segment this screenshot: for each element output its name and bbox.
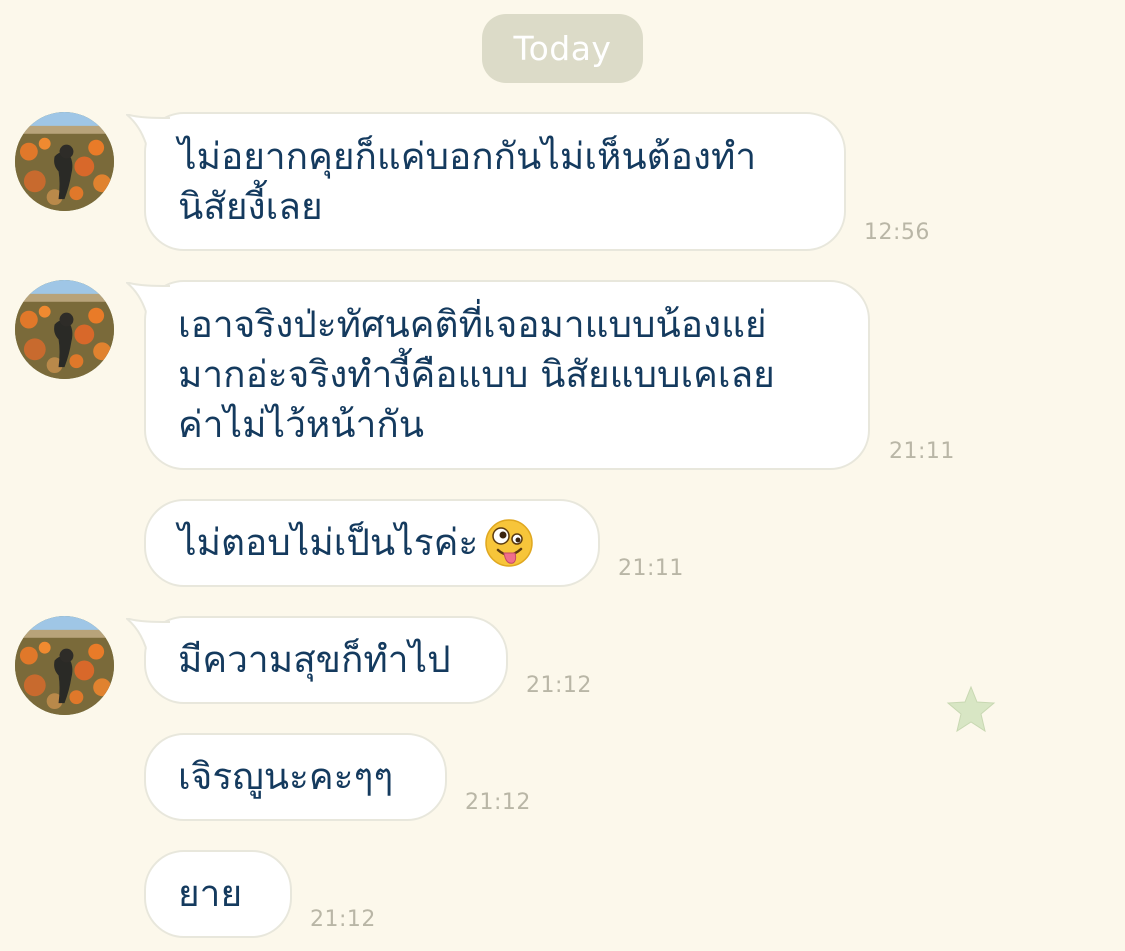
avatar-image	[15, 280, 114, 379]
message-bubble[interactable]: ยาย	[144, 850, 292, 938]
message-line: นิสัยงี้เลย	[178, 185, 323, 228]
message-line: เอาจริงป่ะทัศนคติที่เจอมาแบบน้องแย่	[178, 303, 767, 346]
bubble-tail	[126, 618, 170, 648]
message-bubble[interactable]: มีความสุขก็ทำไป	[144, 616, 508, 704]
message-line: ไม่ตอบไม่เป็นไรค่ะ	[178, 521, 479, 564]
message-line: มีความสุขก็ทำไป	[178, 638, 451, 681]
message-bubble[interactable]: ไม่ตอบไม่เป็นไรค่ะ	[144, 499, 600, 587]
avatar[interactable]	[15, 280, 114, 379]
date-separator: Today	[482, 14, 643, 83]
avatar[interactable]	[15, 616, 114, 715]
star-icon	[946, 685, 996, 733]
message-bubble[interactable]: เอาจริงป่ะทัศนคติที่เจอมาแบบน้องแย่ มากอ…	[144, 280, 870, 470]
zany-face-emoji	[485, 519, 534, 567]
bubble-tail	[126, 114, 170, 144]
message-timestamp: 21:11	[889, 439, 955, 464]
message-line: ยาย	[178, 872, 243, 915]
message-timestamp: 21:12	[465, 790, 531, 815]
message-timestamp: 21:12	[310, 907, 376, 932]
message-timestamp: 12:56	[864, 220, 930, 245]
avatar-image	[15, 616, 114, 715]
bubble-tail	[126, 282, 170, 312]
message-line: ไม่อยากคุยก็แค่บอกกันไม่เห็นต้องทำ	[178, 135, 757, 178]
message-bubble[interactable]: ไม่อยากคุยก็แค่บอกกันไม่เห็นต้องทำ นิสัย…	[144, 112, 846, 251]
message-line: เจิรญูนะคะๆๆ	[178, 755, 394, 798]
message-line: ค่าไม่ไว้หน้ากัน	[178, 403, 425, 446]
message-timestamp: 21:12	[526, 673, 592, 698]
message-timestamp: 21:11	[618, 556, 684, 581]
avatar[interactable]	[15, 112, 114, 211]
avatar-image	[15, 112, 114, 211]
message-bubble[interactable]: เจิรญูนะคะๆๆ	[144, 733, 447, 821]
message-line: มากอ่ะจริงทำงี้คือแบบ นิสัยแบบเคเลย	[178, 353, 775, 396]
